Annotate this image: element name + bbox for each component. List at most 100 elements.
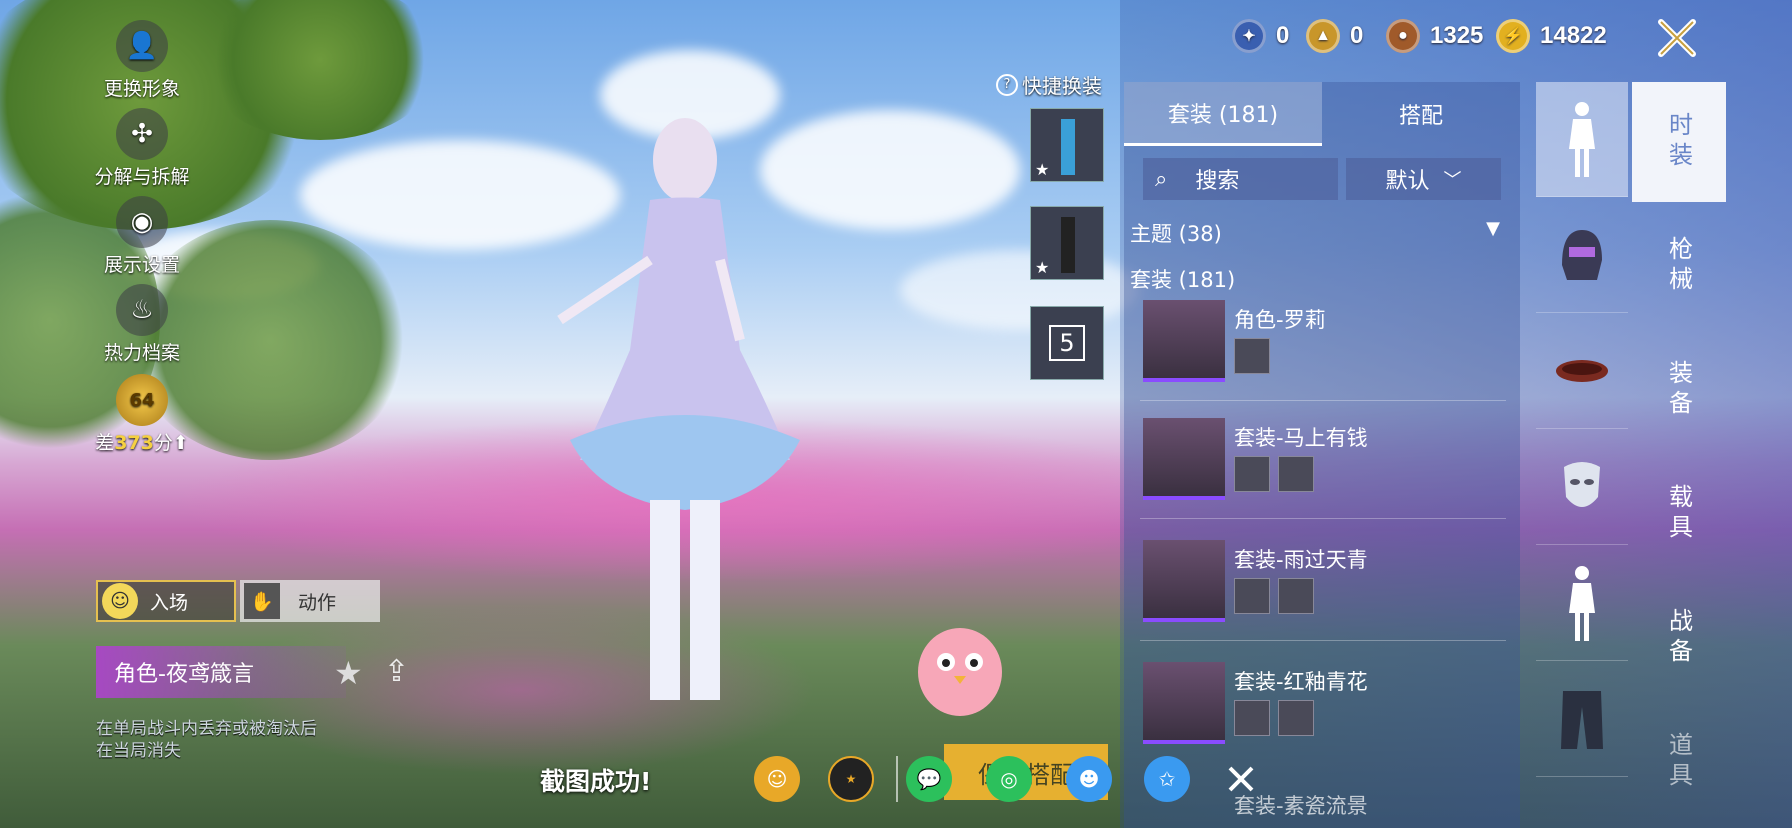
level-badge[interactable]: 64 差373分⬆ — [92, 374, 192, 455]
tab-vehicles[interactable]: 载具 — [1632, 454, 1726, 574]
share-moments-button[interactable]: ◎ — [986, 756, 1032, 802]
share-qzone-button[interactable]: ✩ — [1144, 756, 1190, 802]
level-badge-icon: 64 — [116, 374, 168, 426]
character-note: 在单局战斗内丢弃或被淘汰后 在当局消失 — [96, 718, 317, 762]
quick-slot-2[interactable]: ★ — [1030, 206, 1104, 280]
tab-equipment[interactable]: 装备 — [1632, 330, 1726, 450]
side-tabs: 时装 枪械 装备 载具 战备 道具 — [1632, 82, 1728, 828]
suits-section-header: 套装 (181) — [1130, 264, 1235, 294]
share-wechat-button[interactable]: 💬 — [906, 756, 952, 802]
quick-slot-1[interactable]: ★ — [1030, 108, 1104, 182]
tab-guns[interactable]: 枪械 — [1632, 206, 1726, 326]
category-mask[interactable] — [1536, 430, 1628, 545]
divider — [1140, 400, 1506, 401]
mask-icon — [1564, 462, 1600, 507]
wechat-icon: 💬 — [916, 767, 942, 791]
tab-battle-prep[interactable]: 战备 — [1632, 578, 1726, 698]
list-item[interactable]: 套装-红釉青花 — [1140, 660, 1506, 764]
close-share-button[interactable] — [1218, 756, 1264, 802]
display-settings-button[interactable]: ◉ 展示设置 — [92, 196, 192, 277]
search-button[interactable]: ⌕ 搜索 — [1143, 158, 1338, 200]
puzzle-icon: ✣ — [116, 108, 168, 160]
category-belt[interactable] — [1536, 314, 1628, 429]
smile-icon: ☺ — [102, 583, 138, 619]
item-name: 套装-雨过天青 — [1234, 548, 1368, 572]
helmet-icon — [1562, 230, 1602, 280]
figure-icon — [1569, 566, 1595, 641]
theme-section-label: 主题 (38) — [1130, 222, 1222, 246]
item-part-thumbnail — [1278, 578, 1314, 614]
theme-section-header[interactable]: 主题 (38) ▼ — [1130, 218, 1500, 248]
side-tab-label: 道具 — [1664, 732, 1693, 792]
left-menu-label: 更换形象 — [103, 78, 180, 100]
tab-match[interactable]: 搭配 — [1322, 82, 1520, 146]
action-button[interactable]: ✋ 动作 — [240, 580, 380, 622]
side-tab-label: 时装 — [1664, 112, 1693, 172]
lightning-coin-icon: ⚡ — [1496, 19, 1530, 53]
note-line-1: 在单局战斗内丢弃或被淘汰后 — [96, 719, 317, 739]
item-part-thumbnail — [1278, 456, 1314, 492]
tab-items[interactable]: 道具 — [1632, 702, 1726, 822]
item-thumbnail — [1143, 540, 1225, 622]
entrance-button[interactable]: ☺ 入场 — [96, 580, 236, 622]
list-item[interactable]: 角色-罗莉 — [1140, 298, 1506, 402]
side-tab-label: 装备 — [1664, 360, 1693, 420]
pet-companion — [918, 628, 1002, 716]
category-rail — [1536, 82, 1628, 828]
action-pose-icon: ✋ — [244, 583, 280, 619]
sort-dropdown[interactable]: 默认 ﹀ — [1346, 158, 1501, 200]
category-helmet[interactable] — [1536, 198, 1628, 313]
currency-value: 1325 — [1430, 22, 1484, 49]
currency-value: 14822 — [1540, 22, 1607, 49]
sort-label: 默认 — [1385, 169, 1430, 194]
list-item[interactable]: 套装-素瓷流景 — [1140, 784, 1506, 828]
camera-aperture-icon: ◎ — [1000, 767, 1018, 791]
close-icon — [1658, 19, 1696, 57]
side-tab-label: 载具 — [1664, 484, 1693, 544]
currency-value: 0 — [1276, 22, 1290, 49]
note-line-2: 在当局消失 — [96, 741, 181, 761]
suits-section-label: 套装 (181) — [1130, 268, 1236, 292]
pants-icon — [1561, 691, 1603, 749]
divider — [896, 756, 898, 802]
list-item[interactable]: 套装-雨过天青 — [1140, 538, 1506, 642]
friends-icon: ☺ — [766, 767, 788, 791]
category-fashion[interactable] — [1536, 82, 1628, 197]
tab-match-label: 搭配 — [1398, 104, 1443, 129]
points-prefix: 差 — [95, 432, 115, 454]
item-part-thumbnail — [1278, 700, 1314, 736]
heat-profile-button[interactable]: ♨ 热力档案 — [92, 284, 192, 365]
quick-change-label: 快捷换装 — [1022, 74, 1102, 98]
share-friends-button[interactable]: ☺ — [754, 756, 800, 802]
arrow-up-icon: ⬆ — [172, 432, 189, 454]
left-menu-label: 分解与拆解 — [94, 166, 190, 188]
share-game-button[interactable]: ★ — [828, 756, 874, 802]
item-thumbnail — [1143, 418, 1225, 500]
item-part-thumbnail — [1234, 700, 1270, 736]
star-favorite-icon[interactable]: ★ — [334, 654, 363, 692]
eye-icon: ◉ — [116, 196, 168, 248]
action-label: 动作 — [298, 591, 337, 614]
left-menu-label: 展示设置 — [103, 254, 180, 276]
category-pants[interactable] — [1536, 662, 1628, 777]
decompose-button[interactable]: ✣ 分解与拆解 — [92, 108, 192, 189]
person-icon: 👤 — [116, 20, 168, 72]
currency-bronze: ● 1325 — [1386, 14, 1483, 58]
list-item[interactable]: 套装-马上有钱 — [1140, 416, 1506, 520]
quick-slot-add[interactable]: 5 — [1030, 306, 1104, 380]
change-appearance-button[interactable]: 👤 更换形象 — [92, 20, 192, 101]
belt-icon — [1556, 360, 1608, 382]
tab-suits[interactable]: 套装 (181) — [1124, 82, 1322, 146]
quick-change-title[interactable]: ? 快捷换装 — [996, 70, 1102, 99]
item-name: 套装-马上有钱 — [1234, 426, 1368, 450]
divider — [1140, 640, 1506, 641]
share-qq-button[interactable]: ☻ — [1066, 756, 1112, 802]
tab-fashion[interactable]: 时装 — [1632, 82, 1726, 202]
item-name: 套装-红釉青花 — [1234, 670, 1368, 694]
category-outfit[interactable] — [1536, 546, 1628, 661]
flame-icon: ♨ — [116, 284, 168, 336]
currency-value: 0 — [1350, 22, 1364, 49]
share-icon[interactable]: ⇪ — [384, 654, 409, 689]
close-button[interactable] — [1630, 10, 1724, 66]
outfit-thumbnail — [1061, 119, 1075, 175]
